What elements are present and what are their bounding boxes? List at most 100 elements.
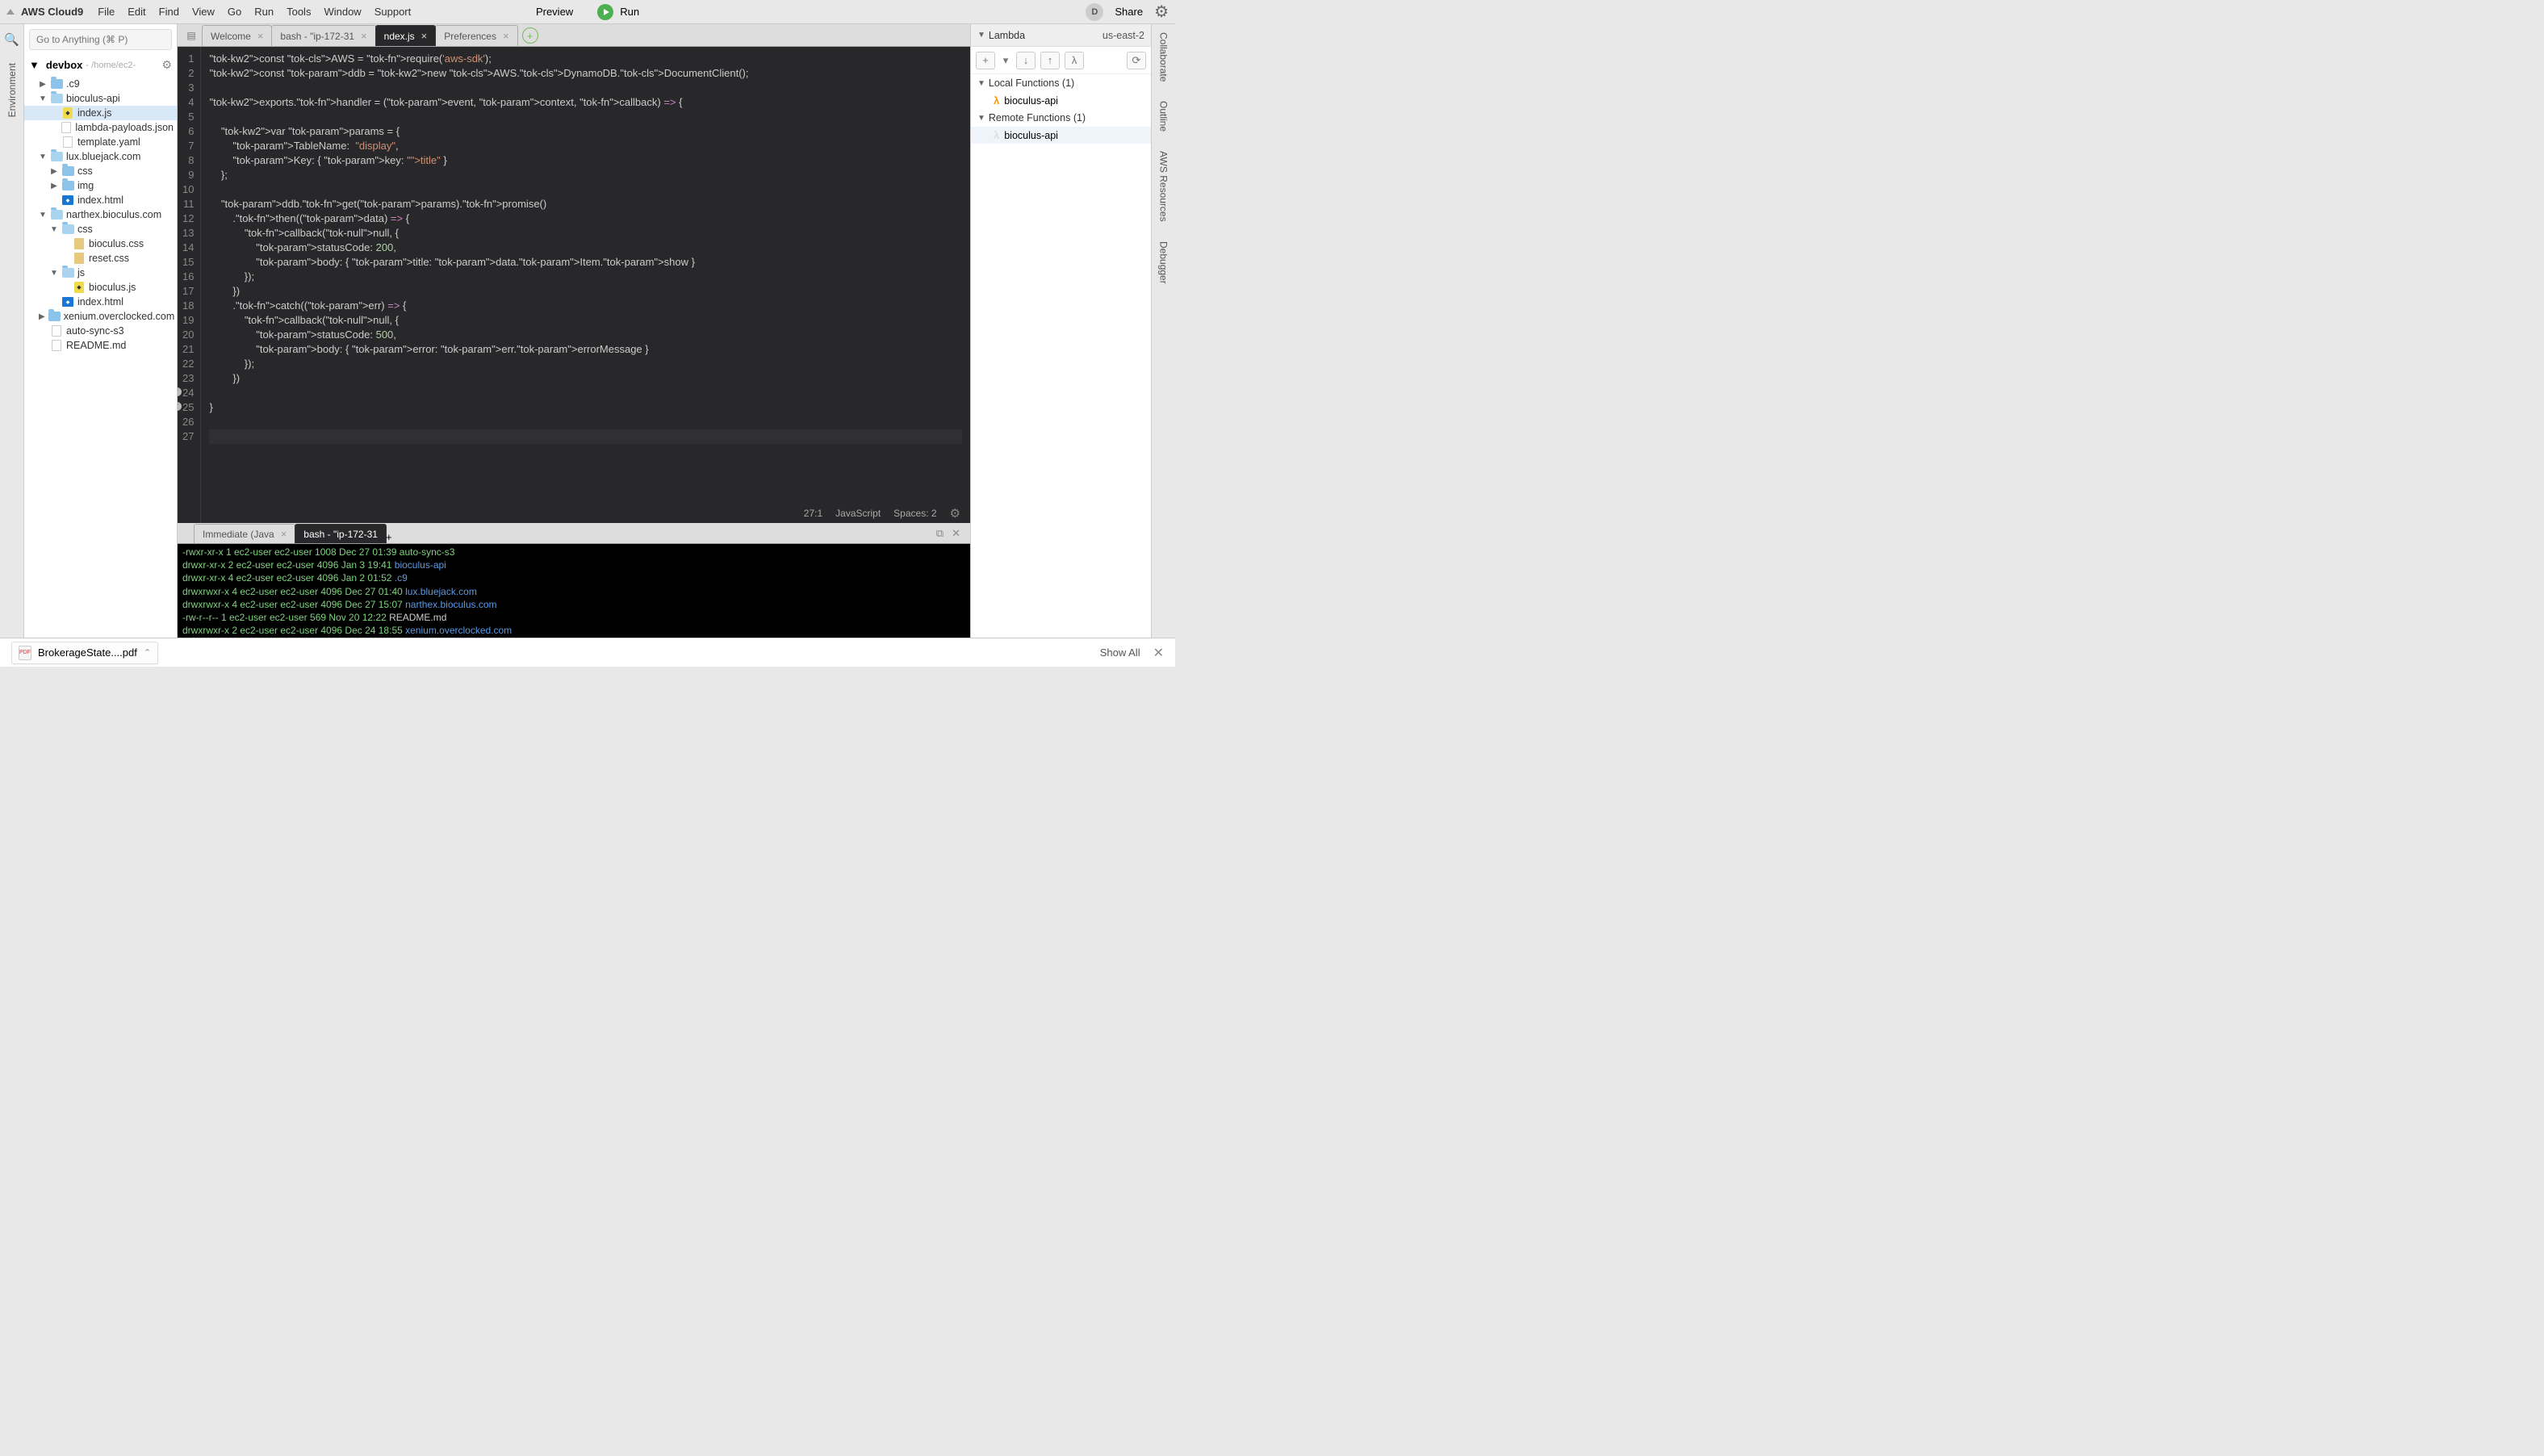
local-functions-header[interactable]: ▼ Local Functions (1) — [971, 74, 1151, 92]
tree-item[interactable]: template.yaml — [24, 135, 177, 149]
share-button[interactable]: Share — [1115, 6, 1143, 18]
avatar[interactable]: D — [1086, 3, 1103, 21]
menu-edit[interactable]: Edit — [128, 6, 145, 18]
tree-item[interactable]: ▼bioculus-api — [24, 91, 177, 106]
lambda-refresh-button[interactable]: ⟳ — [1127, 52, 1146, 69]
workspace-root[interactable]: ▼ devbox - /home/ec2- ⚙ — [24, 55, 177, 75]
close-icon[interactable]: × — [503, 30, 509, 42]
menu-support[interactable]: Support — [374, 6, 412, 18]
tree-item[interactable]: ▶xenium.overclocked.com — [24, 309, 177, 324]
panel-popout-icon[interactable]: ⧉ — [936, 527, 944, 540]
menu-tools[interactable]: Tools — [287, 6, 311, 18]
local-function-name: bioculus-api — [1004, 95, 1058, 107]
menu-items: File Edit Find View Go Run Tools Window Support — [98, 6, 411, 18]
bottom-panel: Immediate (Java×bash - "ip-172-31 + ⧉ ✕ … — [178, 523, 970, 638]
code-editor[interactable]: 1234567891011121314151617181920212223242… — [178, 47, 970, 523]
tab[interactable]: Preferences× — [435, 25, 517, 46]
close-icon[interactable]: × — [281, 528, 287, 540]
tab[interactable]: ndex.js× — [375, 25, 437, 46]
bottom-tabs: Immediate (Java×bash - "ip-172-31 + ⧉ ✕ — [178, 523, 970, 544]
cursor-position[interactable]: 27:1 — [804, 507, 822, 521]
tree-item[interactable]: ◆bioculus.js — [24, 280, 177, 295]
panel-title[interactable]: Lambda — [989, 30, 1025, 41]
lambda-download-button[interactable]: ↓ — [1016, 52, 1036, 69]
tree-item[interactable]: ◆index.js — [24, 106, 177, 120]
tree-item[interactable]: lambda-payloads.json — [24, 120, 177, 135]
tree-item[interactable]: ◆index.html — [24, 295, 177, 309]
download-filename: BrokerageState....pdf — [38, 646, 137, 659]
editor-area: ▤ Welcome×bash - "ip-172-31×ndex.js×Pref… — [178, 24, 970, 638]
goto-anything-input[interactable] — [29, 29, 172, 50]
panel-close-icon[interactable]: ✕ — [952, 527, 960, 540]
rail-tab-debugger[interactable]: Debugger — [1158, 241, 1169, 284]
lambda-add-button[interactable]: + — [976, 52, 995, 69]
language-mode[interactable]: JavaScript — [835, 507, 881, 521]
terminal[interactable]: -rwxr-xr-x 1 ec2-user ec2-user 1008 Dec … — [178, 544, 970, 638]
tree-item[interactable]: ▶css — [24, 164, 177, 178]
close-download-bar[interactable]: ✕ — [1153, 645, 1164, 661]
rail-tab-collaborate[interactable]: Collaborate — [1158, 32, 1169, 82]
run-icon — [597, 4, 613, 20]
aws-region[interactable]: us-east-2 — [1103, 30, 1144, 41]
file-explorer: ▼ devbox - /home/ec2- ⚙ ▶.c9▼bioculus-ap… — [24, 24, 178, 638]
close-icon[interactable]: × — [257, 30, 264, 42]
root-path: - /home/ec2- — [86, 61, 136, 70]
tree-item[interactable]: ▶img — [24, 178, 177, 193]
menu-file[interactable]: File — [98, 6, 115, 18]
tab[interactable]: Immediate (Java× — [194, 524, 295, 543]
remote-function-item[interactable]: λ bioculus-api — [971, 127, 1151, 144]
run-label: Run — [620, 6, 639, 18]
settings-icon[interactable]: ⚙ — [1154, 2, 1169, 22]
show-all-button[interactable]: Show All — [1100, 646, 1140, 659]
search-icon[interactable]: 🔍 — [4, 32, 19, 47]
rail-tab-outline[interactable]: Outline — [1158, 101, 1169, 132]
tree-item[interactable]: ◆index.html — [24, 193, 177, 207]
add-tab-button[interactable]: + — [522, 27, 538, 44]
close-icon[interactable]: × — [361, 30, 367, 42]
local-function-item[interactable]: λ bioculus-api — [971, 92, 1151, 109]
chevron-up-icon: ⌃ — [144, 647, 151, 658]
tree-settings-icon[interactable]: ⚙ — [161, 58, 172, 72]
app-menu-icon[interactable] — [6, 9, 15, 15]
tree-item[interactable]: ▼narthex.bioculus.com — [24, 207, 177, 222]
close-icon[interactable]: × — [421, 30, 428, 42]
tree-item[interactable]: ▼js — [24, 266, 177, 280]
tree-item[interactable]: ▼lux.bluejack.com — [24, 149, 177, 164]
lambda-icon: λ — [994, 94, 999, 107]
preview-button[interactable]: Preview — [536, 6, 573, 18]
menu-window[interactable]: Window — [324, 6, 361, 18]
add-terminal-tab[interactable]: + — [386, 531, 392, 543]
tree-item[interactable]: auto-sync-s3 — [24, 324, 177, 338]
tree-item[interactable]: ▼css — [24, 222, 177, 236]
brand: AWS Cloud9 — [21, 6, 83, 18]
tab-list-icon[interactable]: ▤ — [184, 27, 199, 44]
tree-item[interactable]: ▶.c9 — [24, 77, 177, 91]
tree-item[interactable]: reset.css — [24, 251, 177, 266]
menu-find[interactable]: Find — [159, 6, 179, 18]
tab[interactable]: bash - "ip-172-31× — [271, 25, 375, 46]
lambda-panel: ▼ Lambda us-east-2 + ▾ ↓ ↑ λ ⟳ ▼ Local F… — [970, 24, 1151, 638]
menubar: AWS Cloud9 File Edit Find View Go Run Tools Win… — [0, 0, 1175, 24]
download-bar: PDF BrokerageState....pdf ⌃ Show All ✕ — [0, 638, 1175, 667]
remote-functions-label: Remote Functions (1) — [989, 112, 1086, 123]
menu-go[interactable]: Go — [228, 6, 241, 18]
download-chip[interactable]: PDF BrokerageState....pdf ⌃ — [11, 642, 158, 664]
rail-tab-aws-resources[interactable]: AWS Resources — [1158, 151, 1169, 222]
dropdown-icon[interactable]: ▾ — [1000, 52, 1011, 69]
menu-view[interactable]: View — [192, 6, 215, 18]
indent-setting[interactable]: Spaces: 2 — [893, 507, 936, 521]
menu-run[interactable]: Run — [254, 6, 274, 18]
tab[interactable]: bash - "ip-172-31 — [295, 524, 387, 543]
run-button[interactable]: Run — [597, 4, 639, 20]
lambda-fn-button[interactable]: λ — [1065, 52, 1084, 69]
tree-item[interactable]: bioculus.css — [24, 236, 177, 251]
editor-tabs: ▤ Welcome×bash - "ip-172-31×ndex.js×Pref… — [178, 24, 970, 47]
editor-statusbar: 27:1 JavaScript Spaces: 2 ⚙ — [804, 504, 960, 523]
lambda-upload-button[interactable]: ↑ — [1040, 52, 1060, 69]
tree-item[interactable]: README.md — [24, 338, 177, 353]
remote-function-name: bioculus-api — [1004, 130, 1058, 141]
environment-tab[interactable]: Environment — [6, 63, 18, 117]
editor-settings-icon[interactable]: ⚙ — [950, 505, 960, 522]
remote-functions-header[interactable]: ▼ Remote Functions (1) — [971, 109, 1151, 127]
tab[interactable]: Welcome× — [202, 25, 272, 46]
